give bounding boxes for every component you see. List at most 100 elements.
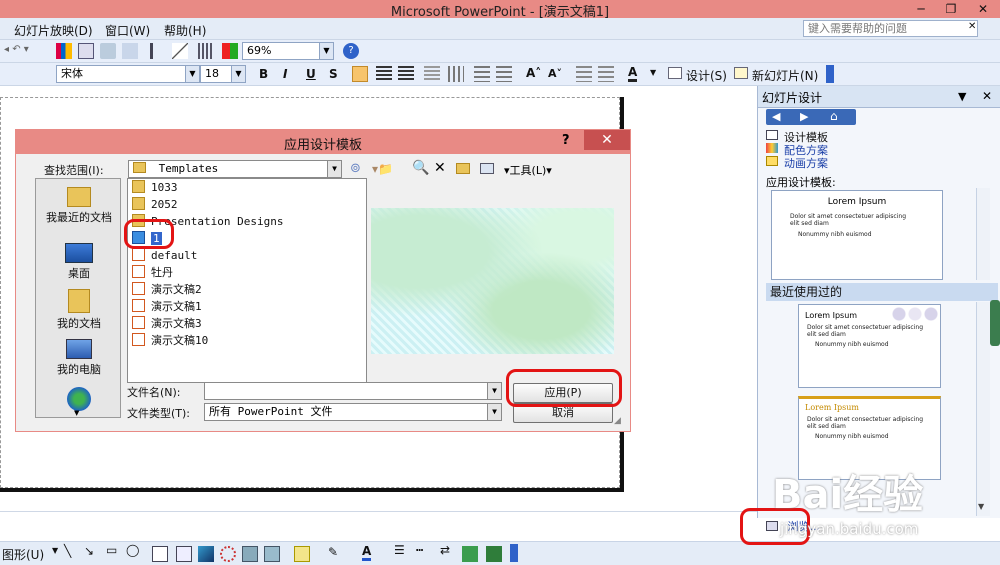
menu-slideshow[interactable]: 幻灯片放映(D) xyxy=(14,22,93,39)
zoom-select[interactable]: 69% ▼ xyxy=(242,42,334,60)
autoshapes-button[interactable]: 图形(U) xyxy=(2,546,44,563)
color-grayscale-icon[interactable] xyxy=(222,43,238,59)
italic-button[interactable]: I xyxy=(283,67,287,81)
chevron-down-icon[interactable]: ▼ xyxy=(650,68,656,77)
bold-button[interactable]: B xyxy=(259,67,268,81)
tools-menu[interactable]: ▾工具(L)▾ xyxy=(504,162,552,178)
textbox-icon[interactable] xyxy=(152,546,168,562)
side-tab-handle[interactable] xyxy=(990,300,1000,346)
menu-window[interactable]: 窗口(W) xyxy=(105,22,150,39)
oval-icon[interactable]: ◯ xyxy=(126,543,139,557)
bullets-icon[interactable] xyxy=(496,66,512,82)
list-item[interactable]: 2052 xyxy=(132,196,178,213)
back-icon[interactable]: ⊚ xyxy=(350,161,361,176)
underline-button[interactable]: U xyxy=(306,67,316,81)
diagram-icon[interactable] xyxy=(220,546,236,562)
insert-table-icon[interactable] xyxy=(78,43,94,59)
place-recent[interactable]: 我最近的文档 xyxy=(36,187,122,225)
list-item[interactable]: 演示文稿10 xyxy=(132,332,208,349)
up-folder-icon[interactable]: ▾📁 xyxy=(372,162,393,176)
numbering-icon[interactable] xyxy=(474,66,490,82)
list-item[interactable]: 演示文稿3 xyxy=(132,315,202,332)
expand-all-icon[interactable] xyxy=(150,43,166,59)
views-icon[interactable] xyxy=(480,163,494,174)
shadow-style-icon[interactable] xyxy=(462,546,478,562)
delete-icon[interactable]: ✕ xyxy=(434,160,446,176)
home-icon[interactable]: ⌂ xyxy=(830,109,838,123)
show-formatting-icon[interactable] xyxy=(172,43,188,59)
clipart-icon[interactable] xyxy=(242,546,258,562)
template-thumbnail-1[interactable]: Lorem Ipsum Dolor sit amet consectetuer … xyxy=(771,190,943,280)
insert-chart-icon[interactable] xyxy=(56,43,72,59)
recent-scrollbar[interactable]: ▼ xyxy=(976,302,990,516)
dialog-close-button[interactable]: ✕ xyxy=(584,130,630,150)
list-item[interactable]: default xyxy=(132,247,197,264)
align-right-icon[interactable] xyxy=(398,66,414,82)
decrease-indent-icon[interactable] xyxy=(576,66,592,82)
list-item[interactable]: 演示文稿1 xyxy=(132,298,202,315)
help-search-input[interactable]: 键入需要帮助的问题 xyxy=(803,20,978,37)
minimize-button[interactable]: ─ xyxy=(906,0,936,18)
search-web-icon[interactable]: 🔍 xyxy=(412,160,429,176)
increase-font-icon[interactable]: A˄ xyxy=(526,66,541,80)
dash-style-icon[interactable]: ┅ xyxy=(416,543,423,557)
line-icon[interactable]: ╲ xyxy=(64,544,71,558)
list-item[interactable]: 演示文稿2 xyxy=(132,281,202,298)
close-document-icon[interactable]: ✕ xyxy=(968,21,976,32)
rectangle-icon[interactable]: ▭ xyxy=(106,543,117,557)
wordart-icon[interactable] xyxy=(198,546,214,562)
animation-schemes-link[interactable]: 动画方案 xyxy=(784,155,828,171)
arrow-icon[interactable]: ↘ xyxy=(84,544,94,558)
task-pane-close-icon[interactable]: ✕ xyxy=(982,89,992,103)
menu-help[interactable]: 帮助(H) xyxy=(164,22,206,39)
recent-template-thumbnail-1[interactable]: Lorem Ipsum Dolor sit amet consectetuer … xyxy=(798,304,941,388)
font-size-select[interactable]: 18 ▼ xyxy=(200,65,246,83)
filename-input[interactable]: ▼ xyxy=(204,382,502,400)
place-desktop[interactable]: 桌面 xyxy=(36,243,122,281)
new-slide-button[interactable]: 新幻灯片(N) xyxy=(752,67,818,84)
dialog-help-button[interactable]: ? xyxy=(562,133,570,148)
new-folder-icon[interactable] xyxy=(456,163,470,174)
design-button[interactable]: 设计(S) xyxy=(686,67,727,84)
templates-scrollbar[interactable] xyxy=(976,188,990,280)
arrow-style-icon[interactable]: ⇄ xyxy=(440,543,450,557)
font-select[interactable]: 宋体 ▼ xyxy=(56,65,200,83)
place-documents[interactable]: 我的文档 xyxy=(36,289,122,331)
list-item[interactable]: 1033 xyxy=(132,179,178,196)
forward-icon[interactable]: ▶ xyxy=(800,110,808,123)
increase-indent-icon[interactable] xyxy=(598,66,614,82)
font-color-icon[interactable]: A xyxy=(628,65,638,82)
justify-icon[interactable] xyxy=(424,66,440,82)
show-grid-icon[interactable] xyxy=(198,43,214,59)
insert-hyperlink-icon[interactable] xyxy=(122,43,138,59)
chevron-down-icon[interactable]: ▼ xyxy=(52,546,58,555)
close-window-button[interactable]: ✕ xyxy=(966,0,1000,18)
place-computer[interactable]: 我的电脑 xyxy=(36,339,122,377)
scroll-down-icon[interactable]: ▼ xyxy=(978,502,984,511)
3d-style-icon[interactable] xyxy=(486,546,502,562)
back-icon[interactable]: ◀ xyxy=(772,110,780,123)
line-style-icon[interactable]: ☰ xyxy=(394,543,405,557)
picture-icon[interactable] xyxy=(264,546,280,562)
vertical-textbox-icon[interactable] xyxy=(176,546,192,562)
drawbar-options-icon[interactable] xyxy=(510,544,518,562)
look-in-select[interactable]: Templates ▼ xyxy=(128,160,342,178)
help-icon[interactable]: ? xyxy=(343,43,359,59)
font-color-draw-icon[interactable]: A xyxy=(362,544,372,561)
restore-button[interactable]: ❐ xyxy=(936,0,966,18)
list-item[interactable]: 牡丹 xyxy=(132,264,173,281)
line-color-icon[interactable]: ✎ xyxy=(328,545,338,559)
align-left-icon[interactable] xyxy=(352,66,368,82)
task-pane-menu-icon[interactable]: ▼ xyxy=(958,90,966,103)
fill-color-icon[interactable] xyxy=(294,546,310,562)
places-scroll-down-icon[interactable]: ▼ xyxy=(74,409,79,417)
tables-borders-icon[interactable] xyxy=(100,43,116,59)
undo-icon[interactable]: ◂ ↶ ▾ xyxy=(4,44,29,55)
decrease-font-icon[interactable]: A˅ xyxy=(548,67,562,80)
filetype-select[interactable]: 所有 PowerPoint 文件 ▼ xyxy=(204,403,502,421)
toolbar-options-icon[interactable] xyxy=(826,65,834,83)
shadow-button[interactable]: S xyxy=(329,67,338,81)
align-center-icon[interactable] xyxy=(376,66,392,82)
resize-grip-icon[interactable]: ◢ xyxy=(614,416,621,426)
columns-icon[interactable] xyxy=(448,66,464,82)
